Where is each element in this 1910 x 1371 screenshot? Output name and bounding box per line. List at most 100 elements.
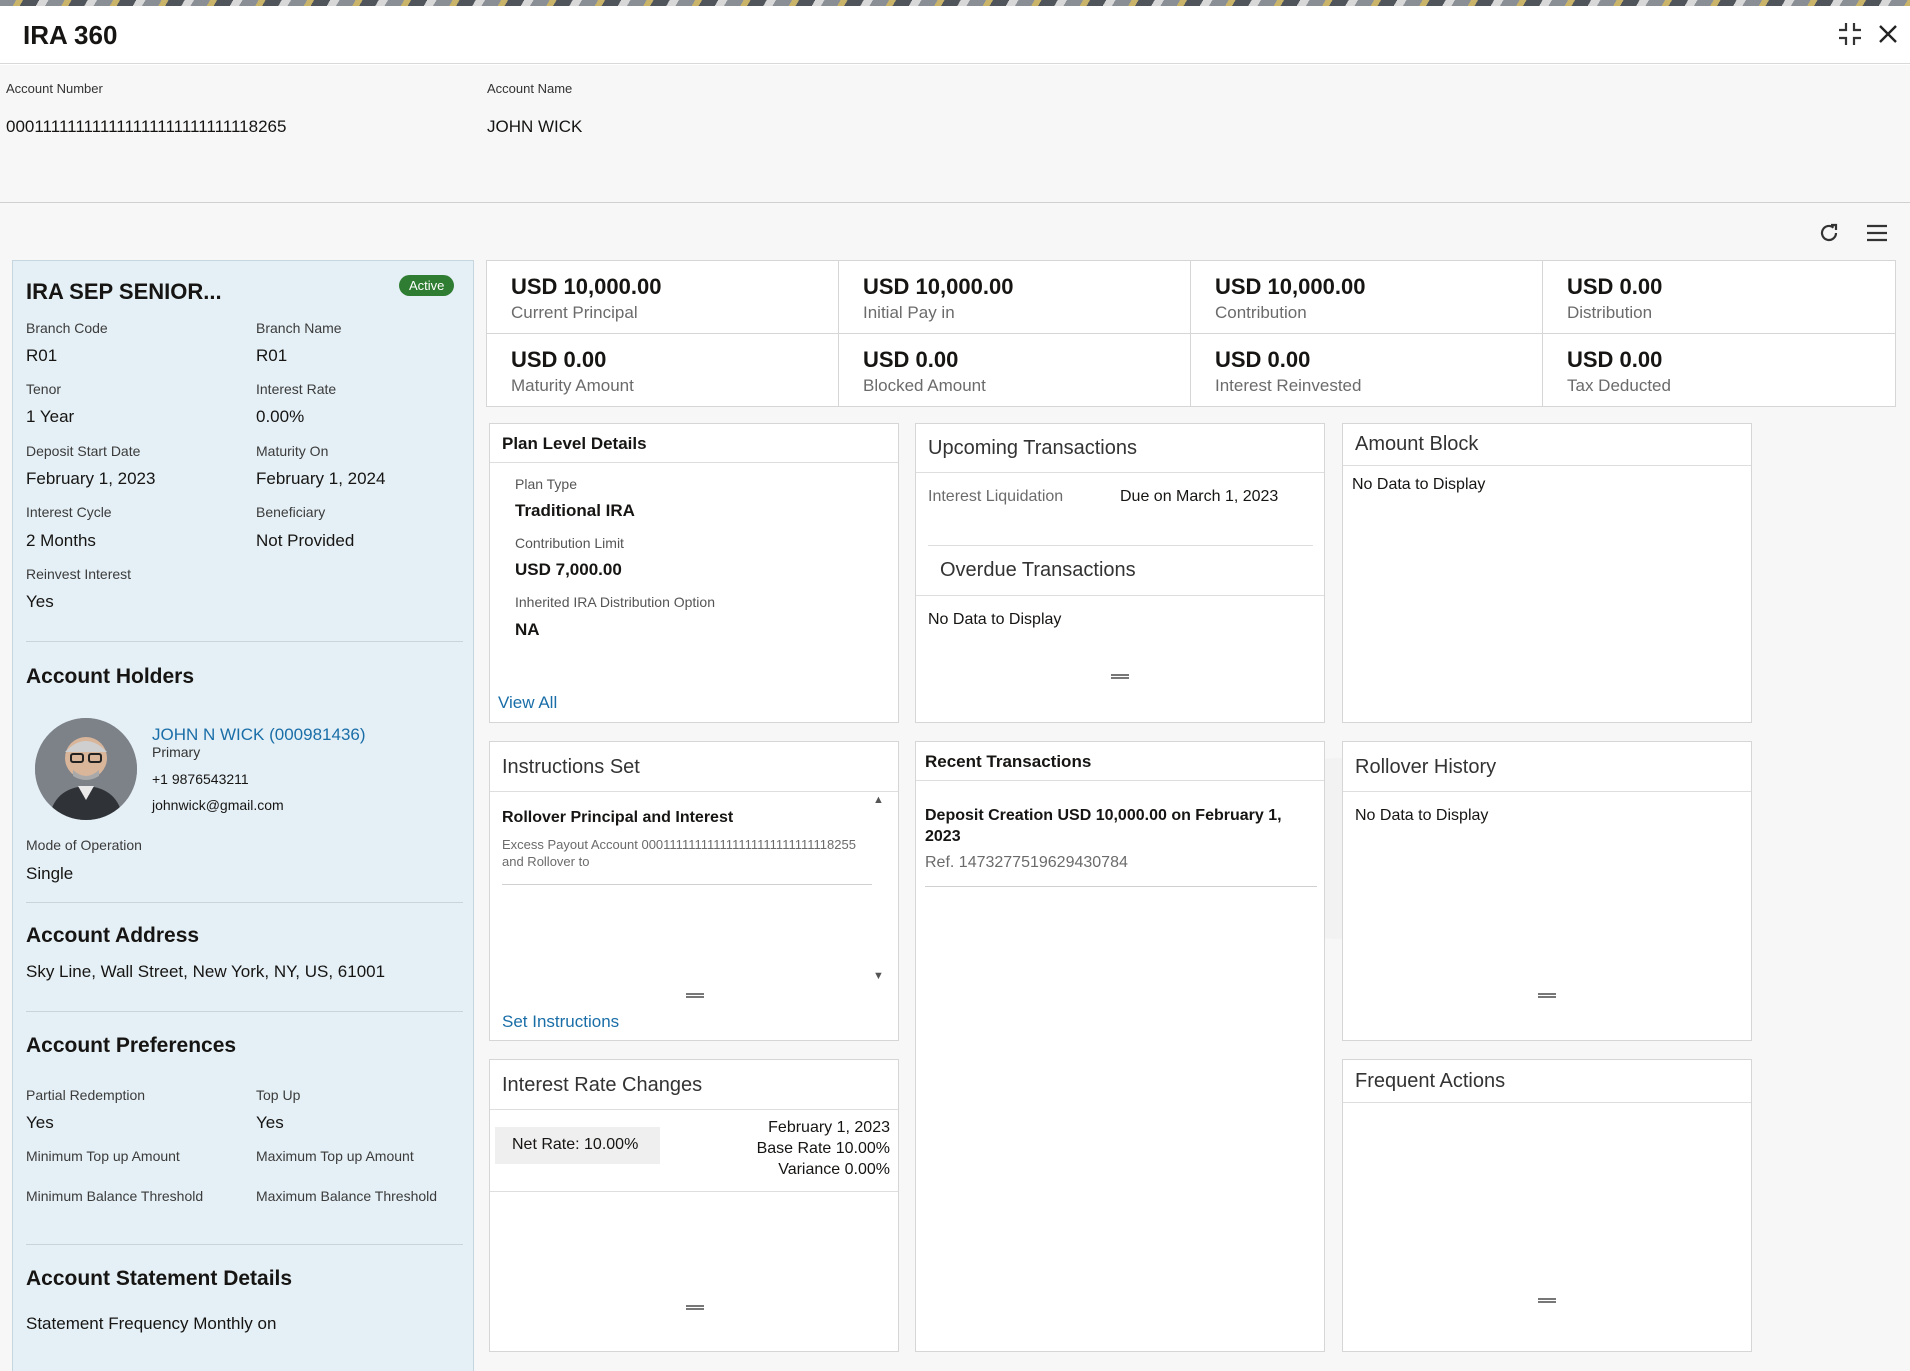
- contribution-limit-value: USD 7,000.00: [515, 560, 622, 579]
- minimum-top-up-label: Minimum Top up Amount: [26, 1148, 180, 1164]
- scroll-down-icon[interactable]: ▼: [873, 970, 884, 982]
- card-header: Upcoming Transactions: [916, 424, 1324, 473]
- metric-current-principal: USD 10,000.00 Current Principal: [487, 261, 839, 334]
- metric-label: Current Principal: [511, 303, 638, 322]
- divider: [502, 884, 872, 885]
- deposit-start-date-value: February 1, 2023: [26, 469, 156, 488]
- set-instructions-link[interactable]: Set Instructions: [502, 1012, 619, 1032]
- net-rate-chip: Net Rate: 10.00%: [495, 1127, 660, 1164]
- refresh-icon[interactable]: [1816, 220, 1842, 253]
- frequent-actions-card: Frequent Actions: [1342, 1059, 1752, 1352]
- maximum-balance-threshold-label: Maximum Balance Threshold: [256, 1188, 438, 1204]
- amount-block-card: Amount Block No Data to Display: [1342, 423, 1752, 723]
- metric-label: Interest Reinvested: [1215, 376, 1362, 395]
- holder-name-link[interactable]: JOHN N WICK (000981436): [152, 725, 366, 745]
- card-header: Plan Level Details: [490, 424, 898, 463]
- resize-handle-icon[interactable]: [1538, 1298, 1556, 1303]
- instruction-item-title: Rollover Principal and Interest: [502, 809, 734, 826]
- interest-rate-value: 0.00%: [256, 407, 305, 426]
- overdue-empty-text: No Data to Display: [928, 611, 1062, 628]
- mode-of-operation-label: Mode of Operation: [26, 837, 142, 853]
- metric-label: Contribution: [1215, 303, 1307, 322]
- tenor-value: 1 Year: [26, 407, 75, 426]
- inherited-distribution-label: Inherited IRA Distribution Option: [515, 594, 715, 610]
- resize-handle-icon[interactable]: [1111, 674, 1129, 679]
- instruction-item-desc: Excess Payout Account 000111111111111111…: [502, 837, 856, 869]
- card-header: Frequent Actions: [1343, 1060, 1751, 1103]
- instructions-set-title: Instructions Set: [502, 756, 640, 778]
- interest-rate-changes-card: Interest Rate Changes Net Rate: 10.00% F…: [489, 1059, 899, 1352]
- upcoming-transactions-card: Upcoming Transactions Interest Liquidati…: [915, 423, 1325, 723]
- card-header: Interest Rate Changes: [490, 1060, 898, 1110]
- account-summary-panel: IRA SEP SENIOR... Active Branch Code R01…: [12, 260, 474, 1371]
- account-address-heading: Account Address: [26, 924, 200, 947]
- upcoming-transactions-title: Upcoming Transactions: [928, 437, 1137, 459]
- metric-distribution: USD 0.00 Distribution: [1543, 261, 1895, 334]
- account-name-value: JOHN WICK: [487, 117, 583, 136]
- recent-transaction-ref: Ref. 1473277519629430784: [925, 854, 1128, 871]
- recent-transactions-title: Recent Transactions: [925, 752, 1092, 771]
- reinvest-interest-label: Reinvest Interest: [26, 566, 132, 582]
- status-badge: Active: [399, 275, 455, 296]
- divider: [26, 902, 463, 903]
- interest-rate-changes-title: Interest Rate Changes: [502, 1074, 703, 1096]
- holder-phone: +1 9876543211: [152, 771, 249, 787]
- rate-change-date: February 1, 2023: [768, 1119, 890, 1136]
- account-statement-heading: Account Statement Details: [26, 1267, 293, 1290]
- account-address-value: Sky Line, Wall Street, New York, NY, US,…: [26, 962, 386, 981]
- overdue-transactions-title: Overdue Transactions: [940, 559, 1136, 581]
- divider: [26, 1244, 463, 1245]
- rollover-history-empty-text: No Data to Display: [1355, 807, 1489, 824]
- holder-email: johnwick@gmail.com: [152, 797, 284, 813]
- top-up-label: Top Up: [256, 1087, 301, 1103]
- beneficiary-label: Beneficiary: [256, 504, 326, 520]
- scroll-up-icon[interactable]: ▲: [873, 794, 884, 806]
- interest-rate-label: Interest Rate: [256, 381, 337, 397]
- close-icon[interactable]: [1876, 20, 1900, 54]
- contribution-limit-label: Contribution Limit: [515, 535, 624, 551]
- minimize-icon[interactable]: [1836, 20, 1864, 54]
- metric-value: USD 10,000.00: [1215, 274, 1366, 299]
- account-name-label: Account Name: [487, 81, 573, 96]
- beneficiary-value: Not Provided: [256, 531, 355, 550]
- metric-tax-deducted: USD 0.00 Tax Deducted: [1543, 334, 1895, 407]
- recent-transactions-card: Recent Transactions Deposit Creation USD…: [915, 741, 1325, 1352]
- card-header: Recent Transactions: [916, 742, 1324, 781]
- view-all-link[interactable]: View All: [498, 693, 557, 713]
- metric-value: USD 0.00: [1567, 347, 1663, 372]
- metric-label: Tax Deducted: [1567, 376, 1671, 395]
- holder-role: Primary: [152, 744, 201, 760]
- card-header: Amount Block: [1343, 424, 1751, 466]
- metric-contribution: USD 10,000.00 Contribution: [1191, 261, 1543, 334]
- metric-value: USD 10,000.00: [863, 274, 1014, 299]
- divider: [26, 641, 463, 642]
- plan-type-label: Plan Type: [515, 476, 578, 492]
- avatar: [35, 718, 137, 820]
- partial-redemption-value: Yes: [26, 1113, 54, 1132]
- resize-handle-icon[interactable]: [686, 1305, 704, 1310]
- window-titlebar: IRA 360: [0, 6, 1910, 64]
- maturity-on-label: Maturity On: [256, 443, 329, 459]
- card-header: Instructions Set: [490, 742, 898, 792]
- mode-of-operation-value: Single: [26, 864, 74, 883]
- metric-value: USD 10,000.00: [511, 274, 662, 299]
- inherited-distribution-value: NA: [515, 620, 540, 639]
- base-rate-value: Base Rate 10.00%: [756, 1140, 890, 1157]
- metric-interest-reinvested: USD 0.00 Interest Reinvested: [1191, 334, 1543, 407]
- metric-label: Initial Pay in: [863, 303, 955, 322]
- deposit-start-date-label: Deposit Start Date: [26, 443, 141, 459]
- branch-name-value: R01: [256, 346, 288, 365]
- card-header: Rollover History: [1343, 742, 1751, 792]
- hamburger-menu-icon[interactable]: [1864, 220, 1890, 253]
- interest-cycle-label: Interest Cycle: [26, 504, 112, 520]
- variance-value: Variance 0.00%: [778, 1161, 890, 1178]
- branch-name-label: Branch Name: [256, 320, 342, 336]
- interest-cycle-value: 2 Months: [26, 531, 96, 550]
- metric-label: Maturity Amount: [511, 376, 634, 395]
- divider: [925, 886, 1317, 887]
- resize-handle-icon[interactable]: [1538, 993, 1556, 998]
- top-up-value: Yes: [256, 1113, 284, 1132]
- resize-handle-icon[interactable]: [686, 993, 704, 998]
- product-name: IRA SEP SENIOR...: [26, 279, 222, 304]
- amount-block-empty-text: No Data to Display: [1352, 476, 1486, 493]
